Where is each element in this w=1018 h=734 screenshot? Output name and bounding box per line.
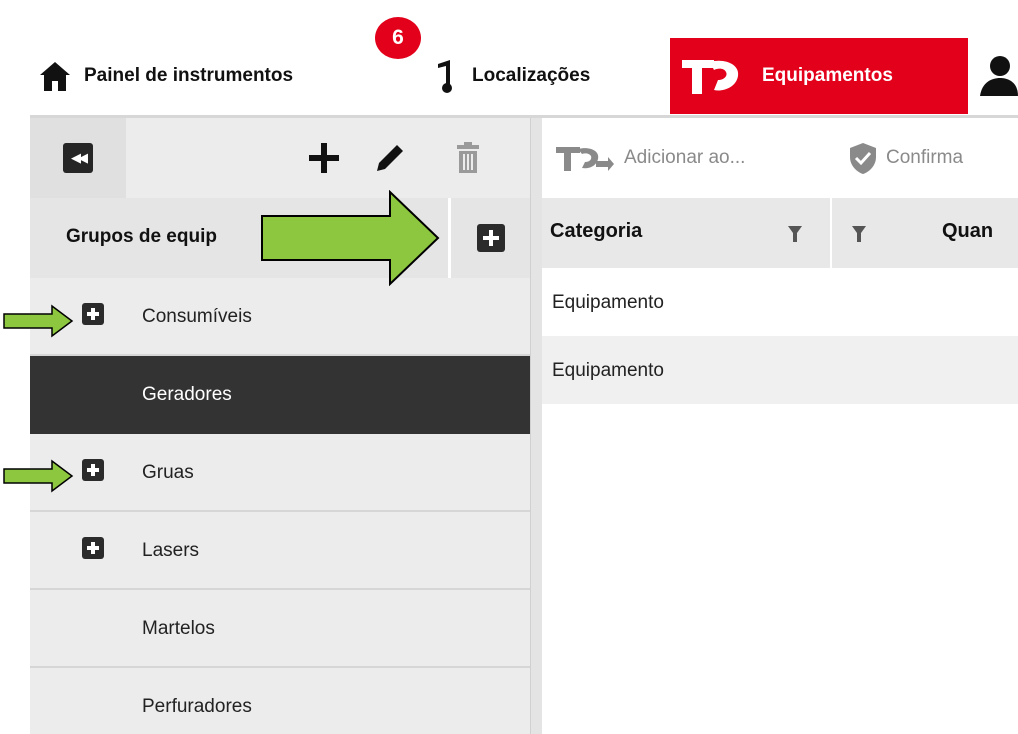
nav-item-equipment[interactable]: Equipamentos [670,38,968,114]
annotation-arrow-add-subgroup [261,190,440,286]
confirm-label: Confirma [886,147,964,168]
rewind-icon: ◀◀ [63,143,93,173]
panel-splitter[interactable] [530,118,542,734]
group-item-lasers[interactable]: Lasers [30,512,530,590]
expand-icon[interactable] [82,537,104,559]
annotation-arrow-consumiveis [3,304,74,338]
group-item-gruas[interactable]: Gruas [30,434,530,512]
groups-toolbar: ◀◀ [30,118,530,198]
equipment-icon [680,54,742,98]
nav-item-locations[interactable]: Localizações [432,38,664,114]
table-row[interactable]: Equipamento [542,268,1018,336]
column-header-category[interactable]: Categoria [550,220,642,243]
group-label: Geradores [142,384,232,405]
annotation-arrow-gruas [3,459,74,493]
edit-group-button[interactable] [370,138,410,178]
notification-badge[interactable]: 6 [372,14,424,62]
trash-icon [457,142,479,173]
column-divider [830,198,832,268]
filter-icon[interactable] [788,226,802,242]
group-label: Lasers [142,540,200,561]
group-item-perfuradores[interactable]: Perfuradores [30,668,530,734]
groups-list: Consumíveis Geradores Gruas Lasers Marte… [30,278,530,734]
table-row[interactable]: Equipamento [542,336,1018,404]
filter-icon[interactable] [852,226,866,242]
pencil-icon [377,145,403,171]
nav-label-locations: Localizações [472,65,591,86]
shield-check-icon [850,143,876,174]
add-to-label: Adicionar ao... [624,147,746,168]
cell-category: Equipamento [552,360,664,381]
group-label: Gruas [142,462,194,483]
nav-item-dashboard[interactable]: Painel de instrumentos [38,38,418,114]
expand-icon[interactable] [82,459,104,481]
column-header-quantity[interactable]: Quan [942,220,993,243]
delete-group-button[interactable] [448,138,488,178]
group-label: Consumíveis [142,306,252,327]
add-to-button[interactable]: Adicionar ao... [554,140,745,176]
location-pin-icon [432,56,462,96]
collapse-panel-button[interactable]: ◀◀ [30,118,126,198]
nav-label-dashboard: Painel de instrumentos [84,65,294,86]
plus-square-icon [476,224,505,252]
nav-label-equipment: Equipamentos [762,65,893,86]
groups-title: Grupos de equip [66,226,217,247]
add-group-button[interactable] [304,138,344,178]
add-subgroup-button[interactable] [448,198,530,278]
plus-icon [309,143,339,173]
group-label: Martelos [142,618,215,639]
user-icon[interactable] [978,54,1018,98]
group-item-geradores[interactable]: Geradores [30,356,530,434]
group-label: Perfuradores [142,696,252,717]
group-item-martelos[interactable]: Martelos [30,590,530,668]
table-header: Categoria Quan [542,198,1018,268]
group-item-consumiveis[interactable]: Consumíveis [30,278,530,356]
confirm-button[interactable]: Confirma [848,140,963,176]
equipment-transfer-icon [556,147,614,171]
expand-icon[interactable] [82,303,104,325]
equipment-toolbar: Adicionar ao... Confirma [542,118,1018,198]
cell-category: Equipamento [552,292,664,313]
home-icon [38,59,72,93]
